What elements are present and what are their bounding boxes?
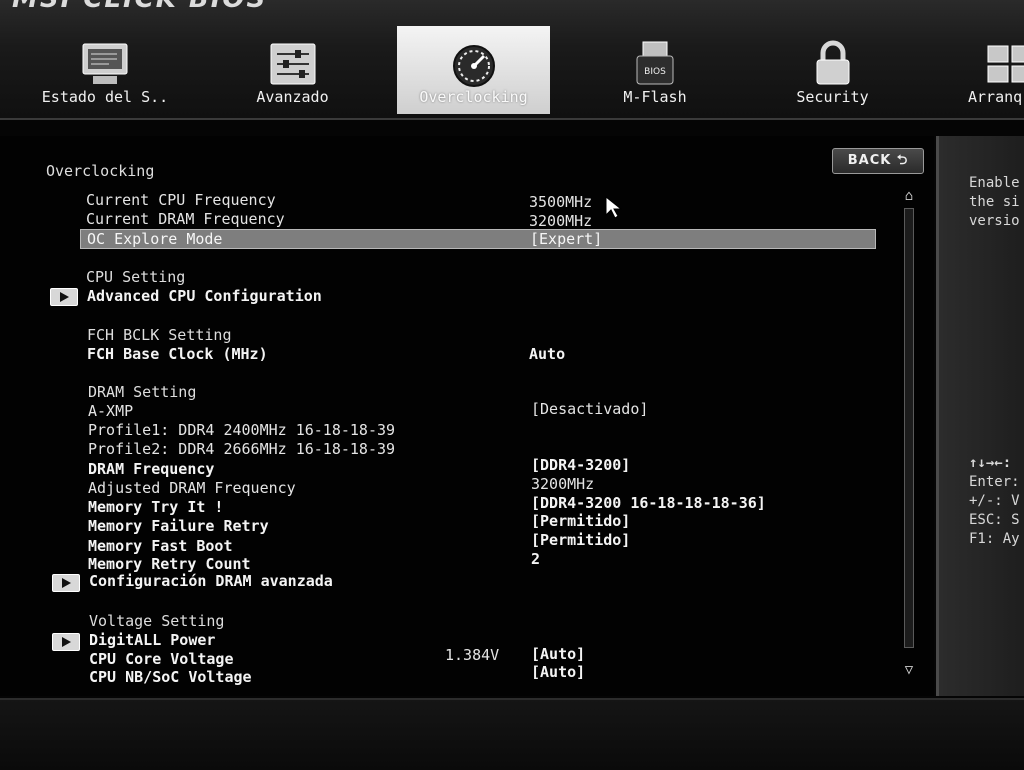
- memory-failure-retry-value[interactable]: [Permitido]: [531, 512, 630, 530]
- voltage-setting-header: Voltage Setting: [89, 612, 225, 630]
- cpu-nb-soc-voltage-value[interactable]: [Auto]: [531, 663, 585, 681]
- advanced-cpu-configuration[interactable]: Advanced CPU Configuration: [87, 287, 322, 305]
- tab-label: Arranq: [968, 88, 1023, 106]
- memory-fast-boot-label[interactable]: Memory Fast Boot: [88, 537, 233, 555]
- adjusted-dram-frequency-value: 3200MHz: [531, 475, 595, 493]
- key-hint-esc: ESC: S: [969, 512, 1020, 528]
- key-hint-plus-minus: +/-: V: [969, 493, 1020, 509]
- sliders-icon: [270, 43, 315, 85]
- help-text-line: the si: [969, 194, 1020, 210]
- help-text-line: Enable: [969, 175, 1020, 191]
- scroll-down-icon[interactable]: ▽: [902, 662, 916, 678]
- memory-try-it-value[interactable]: [DDR4-3200 16-18-18-18-36]: [531, 494, 766, 512]
- key-hint-navigate: ↑↓→←:: [969, 455, 1012, 471]
- scroll-up-icon[interactable]: ⌂: [902, 188, 916, 204]
- tab-arranque[interactable]: Arranq: [950, 26, 1024, 114]
- oc-explore-mode-value: [Expert]: [530, 230, 603, 248]
- cpu-core-voltage-label[interactable]: CPU Core Voltage: [89, 650, 234, 668]
- dram-frequency-setting-label[interactable]: DRAM Frequency: [88, 460, 214, 478]
- axmp-value[interactable]: [Desactivado]: [531, 400, 648, 418]
- help-text-line: versio: [969, 213, 1020, 229]
- submenu-arrow-icon: [52, 574, 80, 592]
- dram-setting-header: DRAM Setting: [88, 383, 197, 401]
- cpu-frequency-value: 3500MHz: [529, 193, 593, 211]
- top-navigation-bar: MSI CLICK BIOS Estado del S.. Avanzado O…: [0, 0, 1024, 120]
- memory-failure-retry-label[interactable]: Memory Failure Retry: [88, 517, 269, 535]
- tab-label: M-Flash: [623, 88, 687, 106]
- fch-bclk-setting-header: FCH BCLK Setting: [87, 326, 232, 344]
- tab-label: Overclocking: [419, 88, 528, 106]
- advanced-dram-configuration[interactable]: Configuración DRAM avanzada: [89, 572, 333, 590]
- back-button[interactable]: BACK ⮌: [832, 148, 924, 174]
- oc-explore-mode-label: OC Explore Mode: [87, 230, 223, 248]
- memory-fast-boot-value[interactable]: [Permitido]: [531, 531, 630, 549]
- tab-m-flash[interactable]: BIOS M-Flash: [585, 26, 725, 114]
- submenu-arrow-icon: [50, 288, 78, 306]
- cpu-setting-header: CPU Setting: [86, 268, 186, 286]
- key-hint-enter: Enter:: [969, 474, 1020, 490]
- brand-logo: MSI CLICK BIOS: [0, 0, 267, 12]
- memory-retry-count-label[interactable]: Memory Retry Count: [88, 555, 251, 573]
- memory-try-it-label[interactable]: Memory Try It !: [88, 498, 223, 516]
- fch-base-clock-label[interactable]: FCH Base Clock (MHz): [87, 345, 268, 363]
- scrollbar[interactable]: ⌂ ▽: [902, 188, 918, 680]
- memory-retry-count-value[interactable]: 2: [531, 550, 540, 568]
- digitall-power[interactable]: DigitALL Power: [89, 631, 215, 649]
- fch-base-clock-value[interactable]: Auto: [529, 345, 565, 363]
- cpu-core-voltage-reading: 1.384V: [445, 646, 500, 664]
- tab-overclocking[interactable]: Overclocking: [397, 26, 550, 114]
- tab-label: Estado del S..: [41, 88, 169, 106]
- section-title: Overclocking: [46, 162, 155, 180]
- tab-label: Security: [796, 88, 869, 106]
- dram-frequency-label: Current DRAM Frequency: [86, 210, 285, 228]
- oc-explore-mode-row[interactable]: OC Explore Mode [Expert]: [80, 229, 876, 249]
- dram-frequency-value: 3200MHz: [529, 212, 593, 230]
- dram-frequency-setting-value[interactable]: [DDR4-3200]: [531, 456, 630, 474]
- tab-security[interactable]: Security: [765, 26, 900, 114]
- boot-icon: [987, 45, 1024, 83]
- lock-icon: [816, 40, 849, 85]
- cpu-core-voltage-value[interactable]: [Auto]: [531, 645, 585, 663]
- tab-label: Avanzado: [256, 88, 329, 106]
- help-panel: Enable the si versio ↑↓→←: Enter: +/-: V…: [936, 136, 1024, 696]
- xmp-profile-2: Profile2: DDR4 2666MHz 16-18-18-39: [88, 440, 396, 458]
- axmp-label[interactable]: A-XMP: [88, 402, 133, 420]
- cpu-nb-soc-voltage-label[interactable]: CPU NB/SoC Voltage: [89, 668, 252, 686]
- svg-text:BIOS: BIOS: [644, 67, 666, 77]
- tab-estado-del-sistema[interactable]: Estado del S..: [20, 26, 190, 114]
- cpu-frequency-label: Current CPU Frequency: [86, 191, 276, 209]
- scroll-track[interactable]: [904, 208, 914, 648]
- key-hint-f1: F1: Ay: [969, 531, 1020, 547]
- submenu-arrow-icon: [52, 633, 80, 651]
- xmp-profile-1: Profile1: DDR4 2400MHz 16-18-18-39: [88, 421, 396, 439]
- mouse-cursor-icon: [605, 196, 623, 219]
- footer-bar: [0, 698, 1024, 770]
- monitor-icon: [82, 43, 128, 84]
- adjusted-dram-frequency-label: Adjusted DRAM Frequency: [88, 479, 296, 497]
- tab-avanzado[interactable]: Avanzado: [220, 26, 365, 114]
- speedometer-icon: [452, 45, 495, 87]
- usb-flash-icon: BIOS: [636, 41, 674, 85]
